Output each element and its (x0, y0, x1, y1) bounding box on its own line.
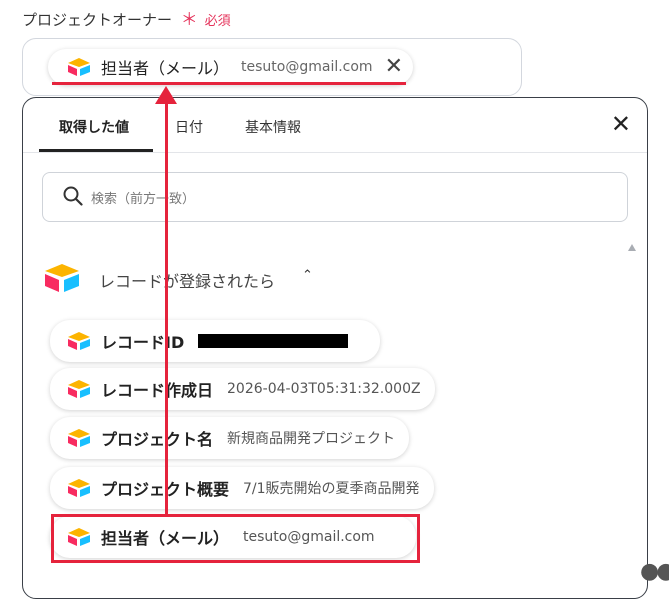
chip-label: 担当者（メール） (101, 59, 230, 78)
tab-retrieved-values[interactable]: 取得した値 (59, 117, 129, 137)
close-icon[interactable]: ✕ (611, 112, 631, 136)
field-label: プロジェクトオーナー ＊ 必須 (22, 5, 231, 30)
item-value: 2026-04-03T05:31:32.000Z (227, 381, 421, 397)
search-icon (63, 186, 83, 206)
section-title[interactable]: レコードが登録されたら (99, 268, 275, 292)
scroll-up-arrow-icon[interactable] (628, 244, 636, 251)
airtable-logo-icon (68, 332, 90, 350)
airtable-logo-icon (68, 380, 90, 398)
chip-value: tesuto@gmail.com (241, 59, 373, 75)
list-item-record-id[interactable]: レコードID (50, 320, 380, 362)
tab-date[interactable]: 日付 (175, 117, 203, 137)
airtable-logo-icon (68, 429, 90, 447)
item-label: レコードID (101, 333, 185, 352)
required-text: 必須 (204, 14, 231, 29)
field-label-text: プロジェクトオーナー (22, 11, 173, 29)
active-tab-indicator (39, 149, 153, 152)
list-item-record-created[interactable]: レコード作成日 2026-04-03T05:31:32.000Z (50, 368, 435, 410)
highlight-box (51, 514, 420, 563)
item-value: 7/1販売開始の夏季商品開発 (243, 481, 420, 497)
selected-value-chip[interactable]: 担当者（メール） tesuto@gmail.com ✕ (48, 49, 414, 85)
chevron-up-icon[interactable]: ⌃ (302, 268, 313, 283)
remove-chip-icon[interactable]: ✕ (385, 56, 403, 78)
airtable-logo-icon (68, 479, 90, 497)
arrow-up-icon (155, 86, 177, 104)
required-asterisk: ＊ (180, 10, 198, 30)
item-label: プロジェクト名 (101, 430, 214, 449)
list-item-project-summary[interactable]: プロジェクト概要 7/1販売開始の夏季商品開発 (50, 467, 434, 509)
airtable-logo-icon (68, 58, 90, 76)
highlight-underline (52, 82, 406, 85)
redacted-value (198, 334, 349, 348)
item-label: レコード作成日 (101, 381, 214, 400)
tab-basic-info[interactable]: 基本情報 (245, 117, 301, 137)
search-input[interactable]: 検索（前方一致） (42, 172, 628, 222)
item-value: 新規商品開発プロジェクト (227, 431, 396, 447)
airtable-logo-icon (45, 264, 79, 292)
search-placeholder: 検索（前方一致） (91, 192, 196, 207)
annotation-arrow-line (165, 98, 168, 516)
list-item-project-name[interactable]: プロジェクト名 新規商品開発プロジェクト (50, 417, 410, 459)
tab-bar: 取得した値 日付 基本情報 ✕ (23, 98, 647, 153)
